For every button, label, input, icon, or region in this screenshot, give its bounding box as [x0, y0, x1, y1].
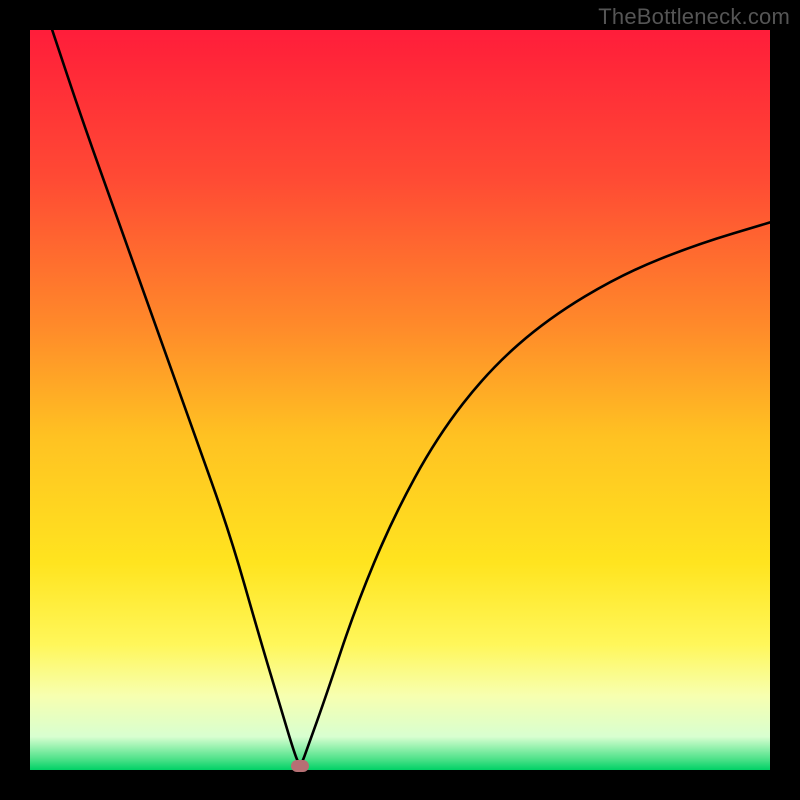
minimum-marker — [291, 760, 309, 772]
chart-frame: TheBottleneck.com — [0, 0, 800, 800]
watermark-text: TheBottleneck.com — [598, 4, 790, 30]
plot-background — [30, 30, 770, 770]
bottleneck-plot — [30, 30, 770, 770]
